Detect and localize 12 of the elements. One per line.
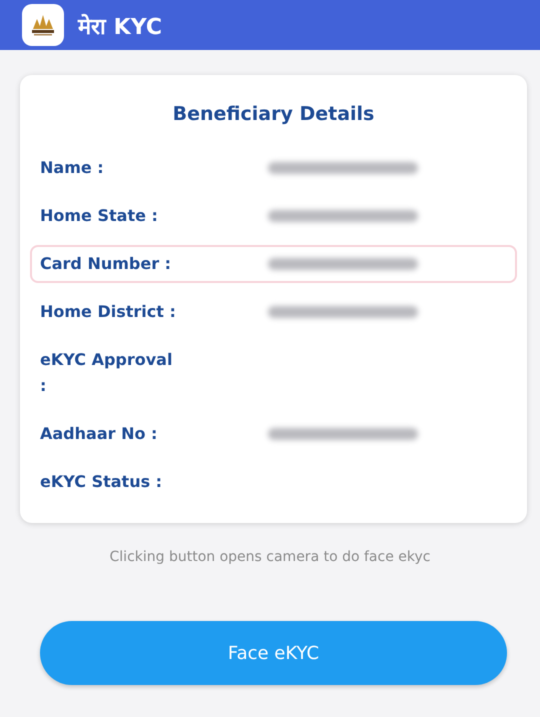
field-label: Home State : <box>40 205 159 227</box>
card-title: Beneficiary Details <box>172 103 376 125</box>
hint-text: Clicking button opens camera to do face ekyc <box>108 549 432 565</box>
field-label: Aadhaar No : <box>40 423 158 445</box>
face-ekyc-button[interactable]: Face eKYC <box>40 621 507 685</box>
field-label: Home District : <box>40 301 177 323</box>
field-label: Card Number : <box>40 253 172 275</box>
field-label: eKYC Status : <box>40 471 164 493</box>
field-label: eKYC Approval : <box>40 349 174 397</box>
app-title: मेरा KYC <box>78 12 162 40</box>
app-logo-icon <box>22 4 64 46</box>
field-label: Name : <box>40 157 105 179</box>
